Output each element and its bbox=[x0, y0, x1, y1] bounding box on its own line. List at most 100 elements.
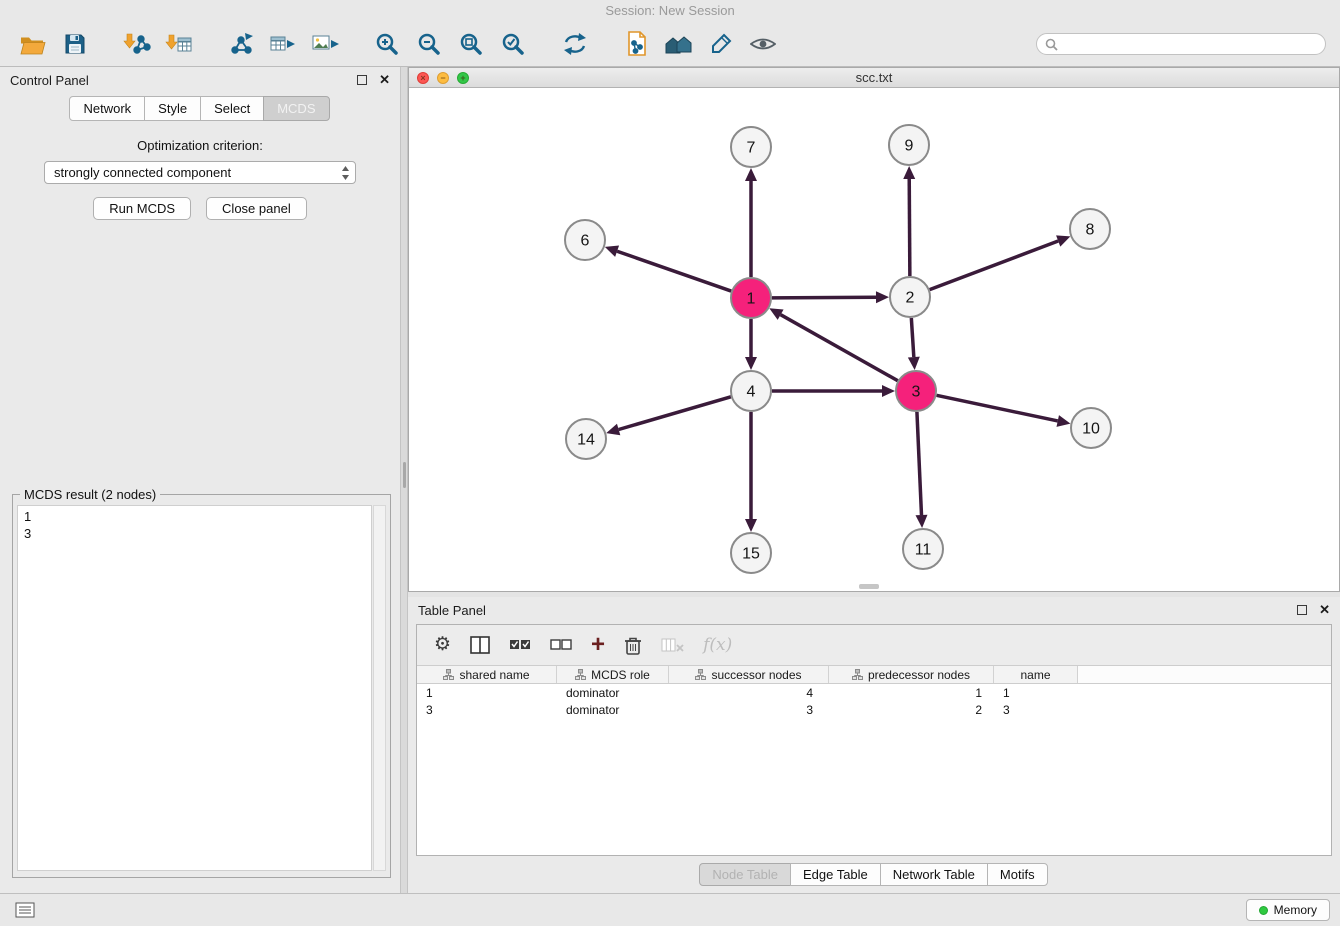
zoom-out-button[interactable] bbox=[410, 26, 448, 62]
search-icon bbox=[1045, 38, 1058, 51]
graph-node-15[interactable]: 15 bbox=[731, 533, 771, 573]
cell-shared-name: 3 bbox=[417, 701, 557, 718]
column-header-mcds-role[interactable]: MCDS role bbox=[557, 666, 669, 683]
toolbar-separator bbox=[598, 44, 614, 45]
close-panel-icon[interactable]: ✕ bbox=[1319, 605, 1330, 615]
result-list-scrollbar[interactable] bbox=[373, 505, 386, 871]
table-row[interactable]: 1 dominator 4 1 1 bbox=[417, 684, 1331, 701]
tab-node-table[interactable]: Node Table bbox=[699, 863, 791, 886]
column-label: successor nodes bbox=[711, 668, 801, 682]
show-hide-button[interactable] bbox=[744, 26, 782, 62]
graph-node-6[interactable]: 6 bbox=[565, 220, 605, 260]
show-panels-button[interactable] bbox=[10, 899, 40, 921]
graph-edge-3-11[interactable] bbox=[917, 412, 922, 515]
column-header-successor-nodes[interactable]: successor nodes bbox=[669, 666, 829, 683]
select-all-columns-button[interactable] bbox=[509, 637, 531, 653]
tab-motifs[interactable]: Motifs bbox=[987, 863, 1048, 886]
graph-edge-2-3[interactable] bbox=[911, 318, 913, 357]
memory-label: Memory bbox=[1274, 903, 1317, 917]
duplicate-network-button[interactable] bbox=[618, 26, 656, 62]
svg-text:15: 15 bbox=[742, 546, 760, 563]
zoom-in-button[interactable] bbox=[368, 26, 406, 62]
run-mcds-button[interactable]: Run MCDS bbox=[93, 197, 191, 220]
show-columns-button[interactable] bbox=[470, 636, 490, 654]
fx-icon: f(x) bbox=[703, 635, 732, 655]
memory-button[interactable]: Memory bbox=[1246, 899, 1330, 921]
float-panel-icon[interactable] bbox=[357, 75, 367, 85]
zoom-in-icon bbox=[374, 31, 400, 57]
deselect-all-columns-button[interactable] bbox=[550, 637, 572, 653]
close-panel-icon[interactable]: ✕ bbox=[379, 75, 390, 85]
tab-network[interactable]: Network bbox=[69, 96, 145, 121]
tab-mcds[interactable]: MCDS bbox=[263, 96, 329, 121]
close-panel-button[interactable]: Close panel bbox=[206, 197, 307, 220]
zoom-window-button[interactable]: + bbox=[457, 72, 469, 84]
graph-node-7[interactable]: 7 bbox=[731, 127, 771, 167]
tab-edge-table[interactable]: Edge Table bbox=[790, 863, 881, 886]
search-input[interactable] bbox=[1063, 37, 1317, 51]
graph-node-14[interactable]: 14 bbox=[566, 419, 606, 459]
graph-node-3[interactable]: 3 bbox=[896, 371, 936, 411]
result-list-item[interactable]: 3 bbox=[24, 525, 365, 542]
export-image-button[interactable] bbox=[306, 26, 344, 62]
style-brush-button[interactable] bbox=[702, 26, 740, 62]
refresh-button[interactable] bbox=[556, 26, 594, 62]
graph-node-1[interactable]: 1 bbox=[731, 278, 771, 318]
export-network-button[interactable] bbox=[222, 26, 260, 62]
control-panel: Control Panel ✕ Network Style Select MCD… bbox=[0, 67, 401, 893]
zoom-fit-button[interactable] bbox=[452, 26, 490, 62]
graph-node-11[interactable]: 11 bbox=[903, 529, 943, 569]
application-window: Session: New Session bbox=[0, 0, 1340, 926]
graph-edge-1-2[interactable] bbox=[772, 297, 876, 298]
table-settings-button[interactable]: ⚙ bbox=[434, 635, 451, 655]
toolbar-separator bbox=[536, 44, 552, 45]
column-type-icon bbox=[575, 669, 586, 680]
delete-column-button[interactable] bbox=[661, 637, 684, 653]
graph-node-9[interactable]: 9 bbox=[889, 125, 929, 165]
import-network-button[interactable] bbox=[118, 26, 156, 62]
canvas-horizontal-scrollbar[interactable] bbox=[859, 584, 879, 589]
result-list-item[interactable]: 1 bbox=[24, 508, 365, 525]
column-header-predecessor-nodes[interactable]: predecessor nodes bbox=[829, 666, 994, 683]
float-panel-icon[interactable] bbox=[1297, 605, 1307, 615]
tab-select[interactable]: Select bbox=[200, 96, 264, 121]
delete-row-button[interactable] bbox=[624, 635, 642, 655]
column-header-name[interactable]: name bbox=[994, 666, 1078, 683]
import-table-button[interactable] bbox=[160, 26, 198, 62]
tab-network-table[interactable]: Network Table bbox=[880, 863, 988, 886]
column-type-icon bbox=[443, 669, 454, 680]
function-builder-button[interactable]: f(x) bbox=[703, 635, 732, 655]
tab-style[interactable]: Style bbox=[144, 96, 201, 121]
graph-node-4[interactable]: 4 bbox=[731, 371, 771, 411]
graph-edge-2-8[interactable] bbox=[930, 241, 1059, 290]
zoom-selected-button[interactable] bbox=[494, 26, 532, 62]
graph-edge-1-6[interactable] bbox=[617, 251, 731, 291]
network-graph[interactable]: 1 2 3 4 6 7 8 9 10 11 14 15 bbox=[409, 88, 1339, 591]
graph-edge-4-14[interactable] bbox=[619, 397, 731, 430]
add-column-button[interactable]: + bbox=[591, 635, 605, 655]
table-row[interactable]: 3 dominator 3 2 3 bbox=[417, 701, 1331, 718]
search-box[interactable] bbox=[1036, 33, 1326, 55]
graph-node-8[interactable]: 8 bbox=[1070, 209, 1110, 249]
import-table-icon bbox=[165, 32, 193, 56]
column-header-shared-name[interactable]: shared name bbox=[417, 666, 557, 683]
graph-node-10[interactable]: 10 bbox=[1071, 408, 1111, 448]
graph-edge-2-9[interactable] bbox=[909, 179, 910, 276]
first-neighbors-button[interactable] bbox=[660, 26, 698, 62]
save-session-button[interactable] bbox=[56, 26, 94, 62]
optimization-criterion-dropdown[interactable]: strongly connected component bbox=[44, 161, 356, 184]
import-network-icon bbox=[123, 32, 151, 56]
graph-edge-3-1[interactable] bbox=[781, 315, 898, 381]
graph-edge-3-10[interactable] bbox=[937, 395, 1058, 421]
svg-text:14: 14 bbox=[577, 432, 595, 449]
cell-predecessor-nodes: 1 bbox=[829, 684, 994, 701]
panel-splitter[interactable] bbox=[401, 67, 408, 893]
export-table-button[interactable] bbox=[264, 26, 302, 62]
minimize-window-button[interactable]: − bbox=[437, 72, 449, 84]
splitter-handle[interactable] bbox=[403, 462, 406, 488]
cell-successor-nodes: 3 bbox=[669, 701, 829, 718]
open-session-button[interactable] bbox=[14, 26, 52, 62]
close-window-button[interactable]: × bbox=[417, 72, 429, 84]
graph-node-2[interactable]: 2 bbox=[890, 277, 930, 317]
memory-status-icon bbox=[1259, 906, 1268, 915]
